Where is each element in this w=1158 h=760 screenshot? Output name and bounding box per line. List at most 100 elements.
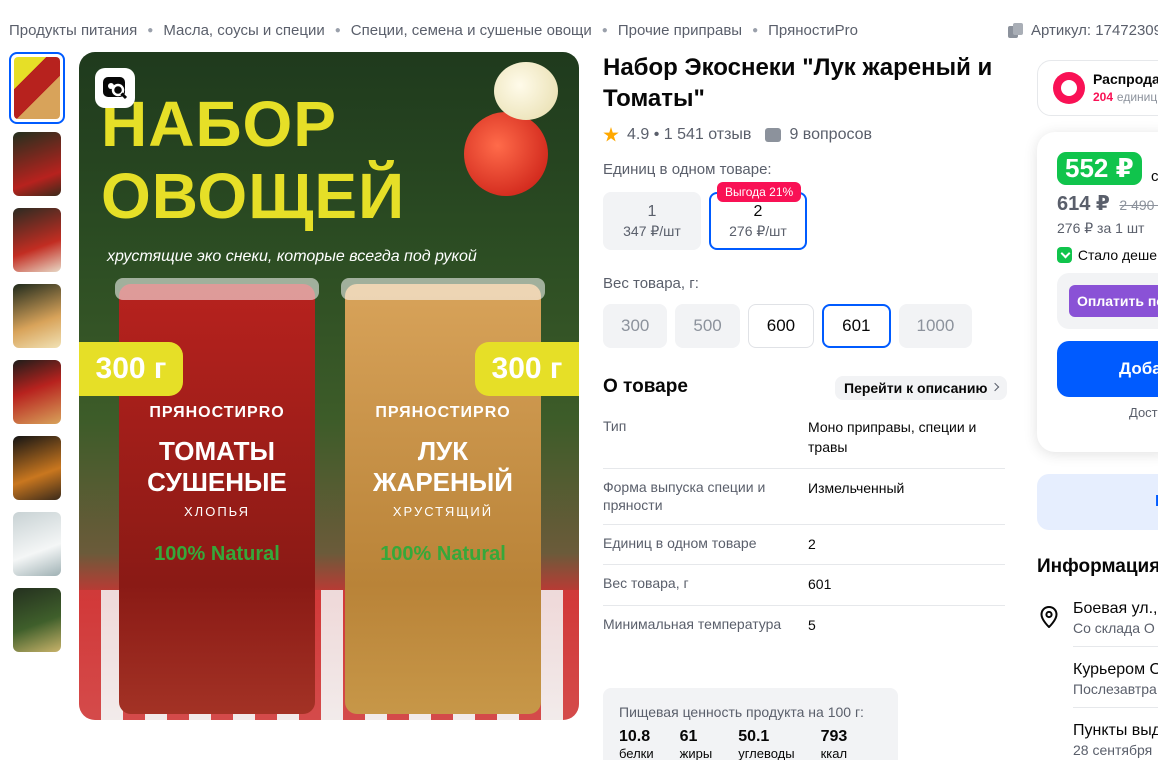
onion-decoration	[494, 62, 558, 120]
breadcrumb: Продукты питания ● Масла, соусы и специи ●…	[9, 22, 858, 39]
spec-value: 601	[808, 576, 832, 593]
spec-value: Измельченный	[808, 479, 905, 496]
jar-brand: ПРЯНОСТИPRO	[149, 404, 285, 421]
nutrition-cell: 61 жиры	[680, 728, 713, 760]
info-item[interactable]: Боевая ул., Со склада О	[1073, 598, 1158, 647]
units-selector: 1 347 ₽/шт Выгода 21% 2 276 ₽/шт	[603, 182, 807, 250]
price-secondary-row: 614 ₽ 2 490 ₽	[1057, 191, 1158, 216]
copy-icon	[1008, 22, 1024, 39]
spec-row: Минимальная температура 5	[603, 606, 1005, 645]
breadcrumb-item[interactable]: Прочие приправы	[618, 22, 742, 39]
sale-unit: единиц	[1116, 90, 1158, 104]
nutrition-label: углеводы	[738, 746, 795, 760]
weight-label: Вес товара, г:	[603, 275, 699, 292]
units-label: Единиц в одном товаре:	[603, 161, 772, 178]
thumbnail-4[interactable]	[13, 284, 61, 348]
thumbnail-7[interactable]	[13, 512, 61, 576]
info-list: Боевая ул., Со склада О Курьером О Послеза…	[1073, 598, 1158, 760]
pay-button[interactable]: Оплатить по	[1069, 285, 1158, 317]
specs-table: Тип Моно приправы, специи и травы Форма в…	[603, 408, 1005, 645]
spec-key: Вес товара, г	[603, 575, 689, 592]
thumbnail-2[interactable]	[13, 132, 61, 196]
spec-key: Единиц в одном товаре	[603, 534, 757, 551]
nutrition-box: Пищевая ценность продукта на 100 г: 10.8…	[603, 688, 898, 760]
spec-row: Единиц в одном товаре 2	[603, 525, 1005, 566]
info-sub: Со склада О	[1073, 620, 1155, 636]
questions-text[interactable]: 9 вопросов	[789, 126, 872, 144]
info-item[interactable]: Пункты выд 28 сентября	[1073, 720, 1158, 760]
breadcrumb-item[interactable]: Продукты питания	[9, 22, 137, 39]
sale-banner[interactable]: Распрода 204 единиц	[1037, 60, 1158, 116]
secondary-action-button[interactable]: Н	[1037, 474, 1158, 530]
thumbnail-1[interactable]	[9, 52, 65, 124]
rating-text[interactable]: 4.9 • 1 541 отзыв	[627, 126, 751, 144]
weight-option[interactable]: 600	[747, 304, 815, 348]
tomato-decoration	[464, 112, 548, 196]
jar-label: ПРЯНОСТИPRO ТОМАТЫ СУШЕНЫЕ ХЛОПЬЯ 100% N…	[129, 404, 305, 584]
breadcrumb-item[interactable]: Масла, соусы и специи	[163, 22, 324, 39]
unit-price: 276 ₽/шт	[729, 222, 787, 239]
image-headline-1: НАБОР	[101, 88, 337, 160]
nutrition-value: 61	[679, 728, 698, 745]
sale-count: 204	[1093, 90, 1114, 104]
jar-natural: 100% Natural	[380, 543, 506, 566]
goto-description-button[interactable]: Перейти к описанию	[835, 376, 1008, 400]
spec-value: Моно приправы, специи и травы	[808, 419, 977, 456]
thumbnail-8[interactable]	[13, 588, 61, 652]
breadcrumb-separator: ●	[147, 25, 154, 36]
star-icon	[603, 127, 619, 142]
about-heading: О товаре	[603, 376, 688, 397]
image-search-icon	[103, 77, 128, 100]
nutrition-label: ккал	[820, 746, 848, 760]
add-to-cart-button[interactable]: Доба	[1057, 341, 1158, 397]
spec-key: Минимальная температура	[603, 615, 782, 632]
image-headline-2: ОВОЩЕЙ	[101, 160, 406, 232]
jar-natural: 100% Natural	[154, 543, 280, 566]
arrow-down-icon	[1057, 247, 1072, 263]
sale-icon	[1053, 72, 1085, 104]
jar-lid	[115, 278, 319, 300]
weight-option[interactable]: 500	[675, 304, 740, 348]
weight-badge-right: 300 г	[475, 342, 579, 396]
price-drop-text: Стало деше	[1077, 247, 1157, 263]
sale-title: Распрода	[1093, 71, 1158, 88]
article-number[interactable]: Артикул: 17472309	[1008, 22, 1158, 39]
breadcrumb-item[interactable]: ПряностиPro	[768, 22, 858, 39]
jar-brand: ПРЯНОСТИPRO	[375, 404, 511, 421]
discount-badge: Выгода 21%	[717, 182, 802, 202]
product-main-image[interactable]: НАБОР ОВОЩЕЙ хрустящие эко снеки, которы…	[79, 52, 579, 720]
weight-selector: 300 500 600 601 1000	[603, 304, 973, 348]
jar-sub: ХЛОПЬЯ	[184, 504, 250, 520]
spec-key: Тип	[603, 418, 627, 434]
info-title: Пункты выд	[1073, 722, 1158, 739]
info-item[interactable]: Курьером О Послезавтра	[1073, 659, 1158, 708]
weight-badge-left: 300 г	[79, 342, 183, 396]
nutrition-value: 10.8	[619, 728, 651, 745]
sale-text: Распрода 204 единиц	[1093, 71, 1158, 105]
info-sub: Послезавтра	[1073, 681, 1157, 697]
info-sub: 28 сентября	[1073, 742, 1153, 758]
image-search-button[interactable]	[95, 68, 135, 108]
nutrition-cell: 793 ккал	[821, 728, 848, 760]
jar-lid	[341, 278, 545, 300]
spec-value: 5	[808, 616, 816, 633]
unit-count: 2	[753, 202, 763, 220]
price-drop-note[interactable]: Стало деше	[1057, 247, 1157, 263]
spec-row: Тип Моно приправы, специи и травы	[603, 408, 1005, 469]
breadcrumb-item[interactable]: Специи, семена и сушеные овощи	[351, 22, 592, 39]
thumbnail-6[interactable]	[13, 436, 61, 500]
unit-option-1[interactable]: 1 347 ₽/шт	[603, 192, 701, 250]
thumbnail-3[interactable]	[13, 208, 61, 272]
weight-option-selected[interactable]: 601	[822, 304, 891, 348]
rating-row[interactable]: 4.9 • 1 541 отзыв 9 вопросов	[603, 126, 872, 144]
thumbnail-list	[9, 52, 65, 664]
delivery-note: Дост	[1129, 405, 1158, 420]
weight-option[interactable]: 1000	[898, 304, 973, 348]
info-title: Курьером О	[1073, 661, 1158, 678]
weight-option[interactable]: 300	[603, 304, 668, 348]
info-heading: Информация	[1037, 556, 1158, 577]
spec-row: Вес товара, г 601	[603, 565, 1005, 606]
unit-option-2[interactable]: Выгода 21% 2 276 ₽/шт	[709, 182, 807, 250]
thumbnail-5[interactable]	[13, 360, 61, 424]
spec-key: Форма выпуска специи и пряности	[603, 478, 766, 513]
